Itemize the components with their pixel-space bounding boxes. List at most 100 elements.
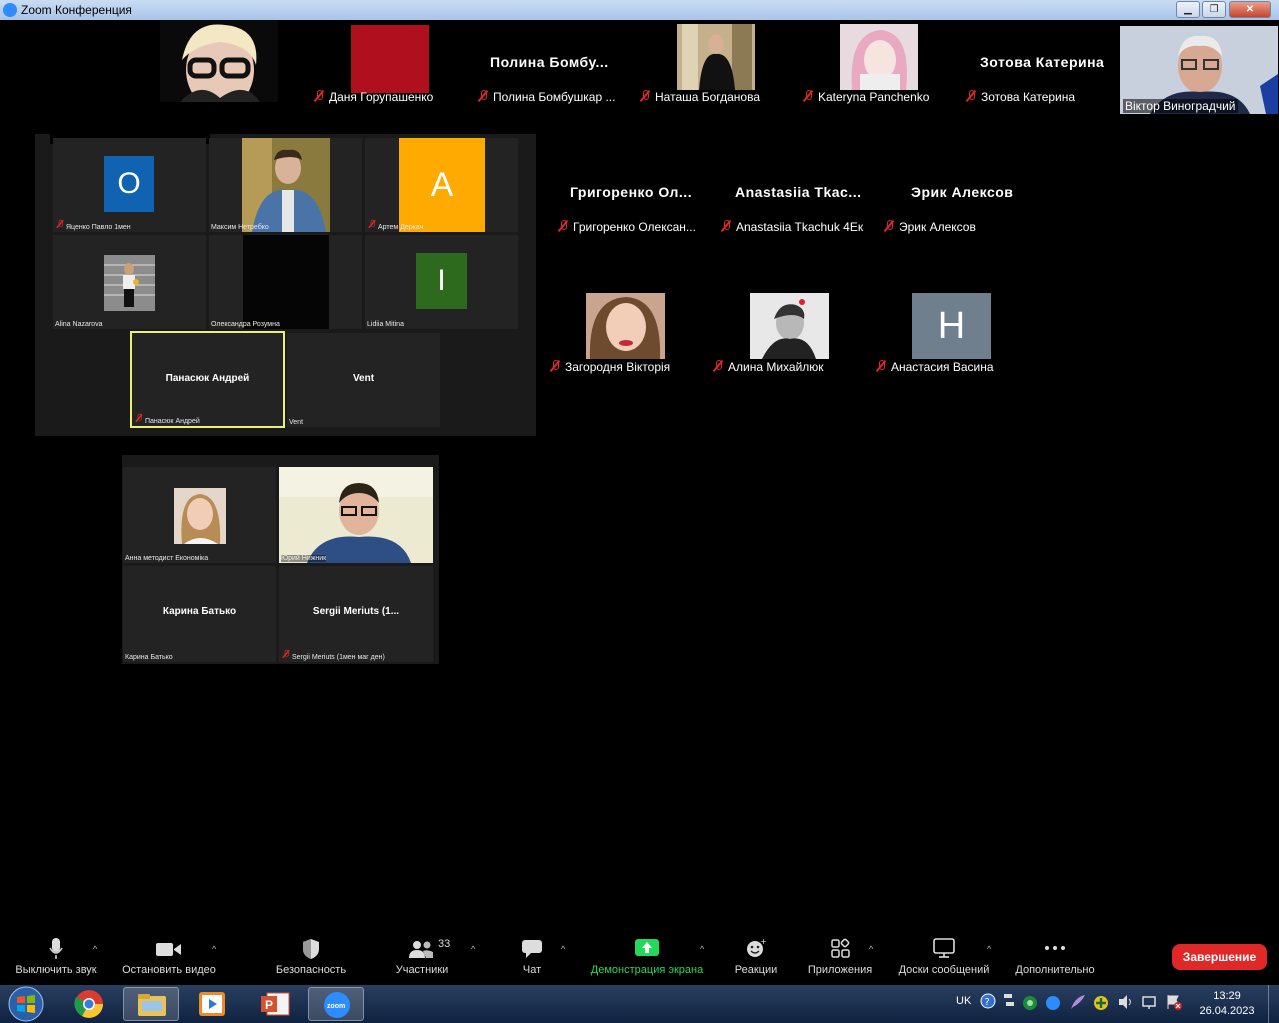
minimize-button[interactable]: ▁	[1176, 1, 1200, 18]
clock-date: 26.04.2023	[1199, 1005, 1255, 1017]
audio-options-caret[interactable]: ^	[93, 944, 97, 954]
mute-icon	[369, 219, 376, 228]
participant-name-large: Эрик Алексов	[911, 184, 1014, 200]
participant-video-top-1[interactable]	[160, 20, 278, 102]
windows-taskbar: P zoom UK ? 13:29 26.04.2023	[0, 985, 1279, 1023]
participant-label: Наташа Богданова	[640, 90, 760, 104]
participants-button[interactable]: 33 Участники	[384, 936, 460, 980]
explorer-icon	[138, 994, 166, 1016]
shield-icon	[303, 939, 319, 959]
svg-text:P: P	[265, 998, 273, 1012]
volume-icon[interactable]	[1117, 994, 1135, 1010]
whiteboards-options-caret[interactable]: ^	[987, 944, 991, 954]
language-indicator[interactable]: UK	[956, 995, 971, 1007]
participant-label: Sergii Meriuts (1мен маг ден)	[281, 648, 385, 661]
participant-label: Загородня Вікторія	[550, 360, 670, 374]
microphone-icon	[49, 938, 63, 959]
mute-icon	[884, 220, 894, 232]
more-button[interactable]: Дополнительно	[1008, 936, 1102, 980]
gallery-tile[interactable]: Максим Нетребко	[209, 138, 362, 232]
participant-label: Анастасия Васина	[876, 360, 994, 374]
whiteboard-icon	[933, 938, 955, 958]
gallery-tile[interactable]: Анна методист Економіка	[123, 467, 276, 563]
mute-icon	[478, 90, 488, 102]
media-player-taskbar-button[interactable]	[184, 987, 240, 1021]
video-options-caret[interactable]: ^	[212, 944, 216, 954]
participant-label: Алина Михайлюк	[713, 360, 824, 374]
reactions-button[interactable]: + Реакции	[726, 936, 786, 980]
gallery-tile[interactable]: Карина Батько Карина Батько	[123, 566, 276, 662]
share-options-caret[interactable]: ^	[700, 944, 704, 954]
gallery-panel-1: О Яценко Павло 1мен Максим Нетребко A Ар…	[35, 130, 536, 436]
gallery-tile[interactable]: Олександра Розумна	[209, 235, 362, 329]
svg-text:zoom: zoom	[327, 1003, 345, 1010]
participant-label: Vent	[289, 419, 304, 426]
participant-label: Панасюк Андрей	[134, 412, 200, 425]
chat-bubble-icon	[522, 940, 542, 958]
participant-label: Даня Горупашенко	[314, 90, 433, 104]
participant-label: Максим Нетребко	[211, 224, 269, 231]
participant-label: Артем Деркач	[367, 218, 423, 231]
stop-video-button[interactable]: Остановить видео	[116, 936, 222, 980]
close-button[interactable]: ✕	[1229, 1, 1271, 18]
network-icon[interactable]	[1141, 994, 1159, 1010]
zoom-tray-icon[interactable]	[1045, 995, 1061, 1011]
participant-avatar-red	[351, 25, 429, 93]
mute-icon	[314, 90, 324, 102]
more-dots-icon	[1045, 946, 1065, 950]
apps-options-caret[interactable]: ^	[869, 944, 873, 954]
participant-label: Віктор Виноградчий	[1123, 99, 1238, 113]
participant-photo	[180, 24, 260, 102]
zoom-taskbar-button[interactable]: zoom	[308, 987, 364, 1021]
gallery-tile-active-speaker[interactable]: Панасюк Андрей Панасюк Андрей	[130, 331, 285, 428]
network-drive-icon[interactable]	[1002, 991, 1016, 1011]
svg-text:?: ?	[985, 997, 990, 1008]
video-camera-icon	[156, 943, 181, 956]
whiteboards-button[interactable]: Доски сообщений	[890, 936, 998, 980]
participant-label: Эрик Алексов	[884, 220, 976, 234]
chrome-taskbar-button[interactable]	[62, 987, 118, 1021]
gallery-tile[interactable]: A Артем Деркач	[365, 138, 518, 232]
end-meeting-button[interactable]: Завершение	[1172, 944, 1267, 970]
gallery-tile[interactable]: Sergii Meriuts (1... Sergii Meriuts (1ме…	[279, 566, 433, 662]
clock[interactable]: 13:29 26.04.2023	[1196, 989, 1258, 1019]
participant-avatar-letter: H	[912, 293, 991, 359]
gallery-tile[interactable]: О Яценко Павло 1мен	[53, 138, 206, 232]
gallery-tile[interactable]: Alina Nazarova	[53, 235, 206, 329]
share-screen-button[interactable]: Демонстрация экрана	[582, 936, 712, 980]
chat-options-caret[interactable]: ^	[561, 944, 565, 954]
participant-label: Юрий Нижник	[281, 555, 327, 562]
help-icon[interactable]: ?	[980, 993, 996, 1009]
apps-button[interactable]: Приложения	[800, 936, 880, 980]
feather-tray-icon[interactable]	[1069, 993, 1087, 1011]
mute-icon	[803, 90, 813, 102]
participant-label: Lidiia Mitina	[367, 321, 404, 328]
participant-name-large: Sergii Meriuts (1...	[312, 606, 400, 617]
participant-video-top-6[interactable]: Віктор Виноградчий	[1120, 26, 1278, 114]
powerpoint-taskbar-button[interactable]: P	[247, 987, 303, 1021]
gallery-tile[interactable]: Vent Vent	[287, 333, 440, 427]
apps-grid-icon	[831, 938, 850, 958]
participant-name-large: Полина Бомбу...	[490, 54, 609, 70]
action-center-flag-icon[interactable]	[1165, 993, 1183, 1011]
show-desktop-button[interactable]	[1268, 985, 1279, 1023]
mute-audio-button[interactable]: Выключить звук	[8, 936, 104, 980]
participant-video-off	[243, 235, 329, 329]
explorer-taskbar-button[interactable]	[123, 987, 179, 1021]
participants-options-caret[interactable]: ^	[471, 944, 475, 954]
windows-start-icon[interactable]	[6, 986, 46, 1022]
clock-time: 13:29	[1213, 990, 1241, 1002]
gallery-tile[interactable]: I Lidiia Mitina	[365, 235, 518, 329]
participant-name-large: Карина Батько	[162, 606, 237, 617]
security-button[interactable]: Безопасность	[268, 936, 354, 980]
plus-tray-icon[interactable]	[1093, 995, 1109, 1011]
participant-photo-top-4	[840, 24, 918, 90]
participant-name-large: Григоренко Ол...	[570, 184, 693, 200]
chat-button[interactable]: Чат	[506, 936, 558, 980]
participant-photo	[279, 467, 433, 563]
green-tray-icon[interactable]	[1022, 995, 1038, 1011]
participant-photo	[242, 138, 330, 232]
participant-label: Григоренко Олексан...	[558, 220, 696, 234]
gallery-tile[interactable]: Юрий Нижник	[279, 467, 433, 563]
maximize-button[interactable]: ❐	[1202, 1, 1226, 18]
